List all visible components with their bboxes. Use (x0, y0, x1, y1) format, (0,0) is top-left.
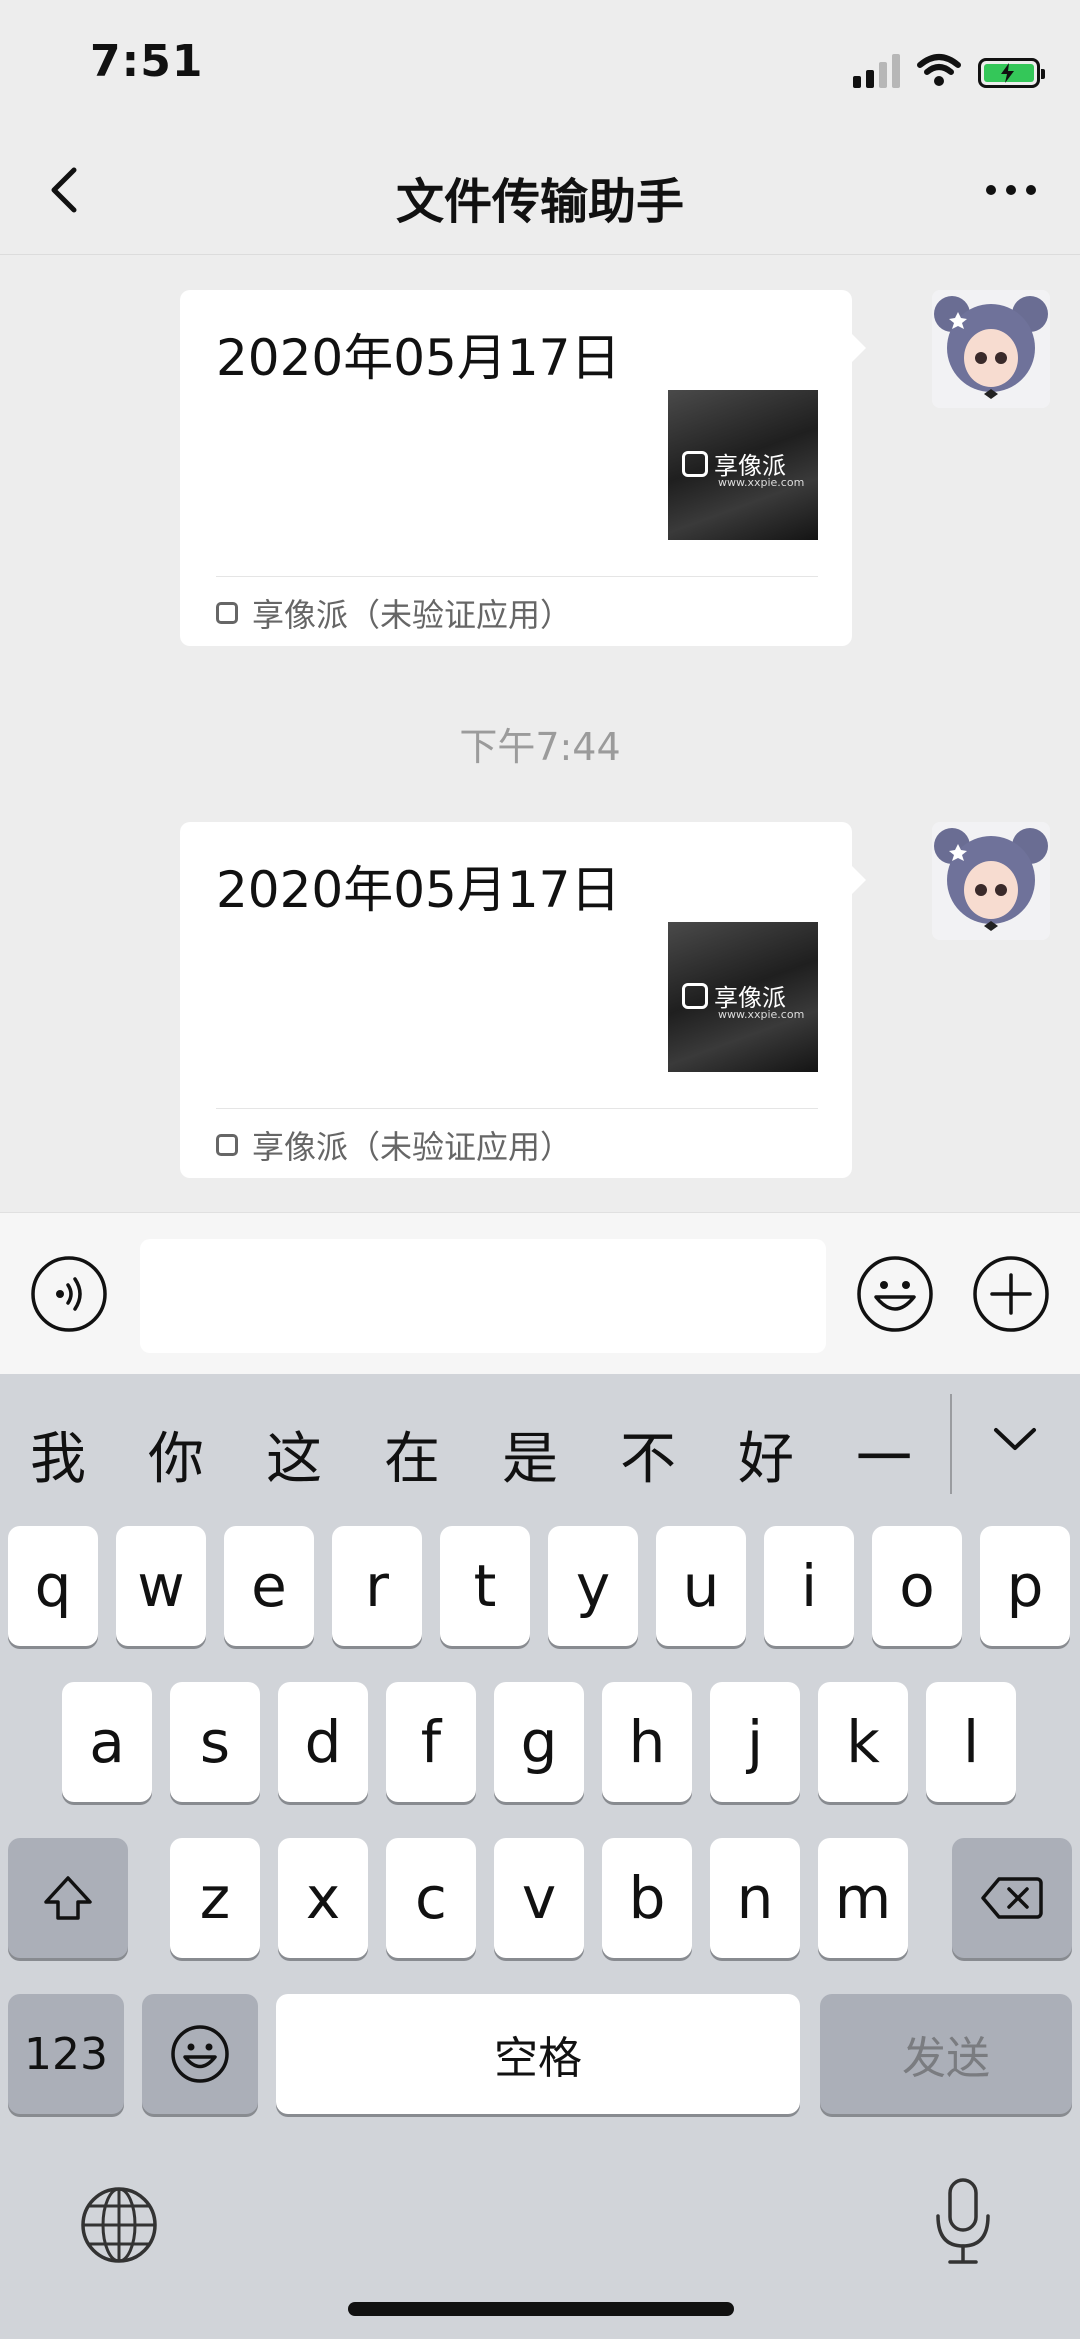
key-q[interactable]: q (8, 1526, 98, 1646)
card-divider (216, 1108, 818, 1109)
globe-icon[interactable] (78, 2184, 160, 2266)
candidate-word[interactable]: 好 (738, 1414, 794, 1495)
wifi-icon (917, 54, 961, 86)
candidate-word[interactable]: 一 (856, 1414, 912, 1495)
card-thumbnail: 享像派 www.xxpie.com (668, 922, 818, 1072)
key-b[interactable]: b (602, 1838, 692, 1958)
voice-input-icon[interactable] (30, 1255, 108, 1333)
key-x[interactable]: x (278, 1838, 368, 1958)
message-item: 2020年05月17日 享像派 www.xxpie.com 享像派（未验证应用） (180, 290, 1050, 650)
candidate-word[interactable]: 这 (266, 1414, 322, 1495)
card-source: 享像派（未验证应用） (216, 590, 572, 636)
shift-key[interactable] (8, 1838, 128, 1958)
xxpie-logo-icon (682, 450, 708, 477)
key-f[interactable]: f (386, 1682, 476, 1802)
plus-icon[interactable] (972, 1255, 1050, 1333)
emoji-icon (171, 2025, 229, 2083)
delete-key[interactable] (952, 1838, 1072, 1958)
message-item: 2020年05月17日 享像派 www.xxpie.com 享像派（未验证应用） (180, 822, 1050, 1182)
chat-title: 文件传输助手 (395, 174, 684, 230)
card-divider (216, 576, 818, 577)
candidate-word[interactable]: 我 (30, 1414, 86, 1495)
card-source-label: 享像派（未验证应用） (252, 1128, 573, 1166)
key-y[interactable]: y (548, 1526, 638, 1646)
key-z[interactable]: z (170, 1838, 260, 1958)
xxpie-logo-icon (682, 982, 708, 1009)
key-c[interactable]: c (386, 1838, 476, 1958)
key-e[interactable]: e (224, 1526, 314, 1646)
numbers-key[interactable]: 123 (8, 1994, 124, 2114)
key-u[interactable]: u (656, 1526, 746, 1646)
candidate-word[interactable]: 是 (502, 1414, 558, 1495)
key-l[interactable]: l (926, 1682, 1016, 1802)
card-source-label: 享像派（未验证应用） (252, 596, 573, 634)
space-key[interactable]: 空格 (276, 1994, 800, 2114)
key-j[interactable]: j (710, 1682, 800, 1802)
app-icon (216, 602, 238, 624)
emoji-icon[interactable] (856, 1255, 934, 1333)
card-source: 享像派（未验证应用） (216, 1122, 572, 1168)
status-icons (853, 48, 1045, 88)
card-thumbnail: 享像派 www.xxpie.com (668, 390, 818, 540)
shift-arrow-icon (44, 1876, 92, 1920)
backspace-icon (981, 1877, 1043, 1919)
key-p[interactable]: p (980, 1526, 1070, 1646)
thumbnail-url: www.xxpie.com (718, 476, 805, 489)
link-card[interactable]: 2020年05月17日 享像派 www.xxpie.com 享像派（未验证应用） (180, 822, 866, 1178)
candidate-bar: 我 你 这 在 是 不 好 一 (0, 1374, 1080, 1519)
keyboard: 我 你 这 在 是 不 好 一 q w e r t y u i o p a s … (0, 1374, 1080, 2339)
more-options-icon[interactable] (976, 160, 1046, 220)
key-h[interactable]: h (602, 1682, 692, 1802)
emoji-key[interactable] (142, 1994, 258, 2114)
key-s[interactable]: s (170, 1682, 260, 1802)
thumbnail-url: www.xxpie.com (718, 1008, 805, 1021)
key-o[interactable]: o (872, 1526, 962, 1646)
chevron-down-icon[interactable] (990, 1414, 1040, 1464)
key-d[interactable]: d (278, 1682, 368, 1802)
app-icon (216, 1134, 238, 1156)
key-n[interactable]: n (710, 1838, 800, 1958)
card-title: 2020年05月17日 (216, 329, 621, 387)
key-m[interactable]: m (818, 1838, 908, 1958)
navigation-bar: 文件传输助手 (0, 130, 1080, 255)
message-input[interactable] (140, 1239, 826, 1353)
key-w[interactable]: w (116, 1526, 206, 1646)
key-a[interactable]: a (62, 1682, 152, 1802)
candidate-word[interactable]: 不 (620, 1414, 676, 1495)
chat-input-bar (0, 1212, 1080, 1375)
battery-icon (978, 58, 1045, 88)
cellular-signal-icon (853, 52, 900, 88)
link-card[interactable]: 2020年05月17日 享像派 www.xxpie.com 享像派（未验证应用） (180, 290, 866, 646)
candidate-word[interactable]: 在 (384, 1414, 440, 1495)
key-r[interactable]: r (332, 1526, 422, 1646)
key-k[interactable]: k (818, 1682, 908, 1802)
card-title: 2020年05月17日 (216, 861, 621, 919)
key-i[interactable]: i (764, 1526, 854, 1646)
message-timestamp: 下午7:44 (459, 725, 621, 769)
status-bar: 7:51 (0, 0, 1080, 130)
candidate-separator (950, 1394, 952, 1494)
key-t[interactable]: t (440, 1526, 530, 1646)
status-time: 7:51 (90, 36, 204, 87)
send-key[interactable]: 发送 (820, 1994, 1072, 2114)
key-v[interactable]: v (494, 1838, 584, 1958)
avatar[interactable] (932, 290, 1050, 408)
candidate-word[interactable]: 你 (148, 1414, 204, 1495)
home-indicator[interactable] (348, 2302, 734, 2316)
microphone-icon[interactable] (928, 2174, 998, 2270)
avatar[interactable] (932, 822, 1050, 940)
key-g[interactable]: g (494, 1682, 584, 1802)
